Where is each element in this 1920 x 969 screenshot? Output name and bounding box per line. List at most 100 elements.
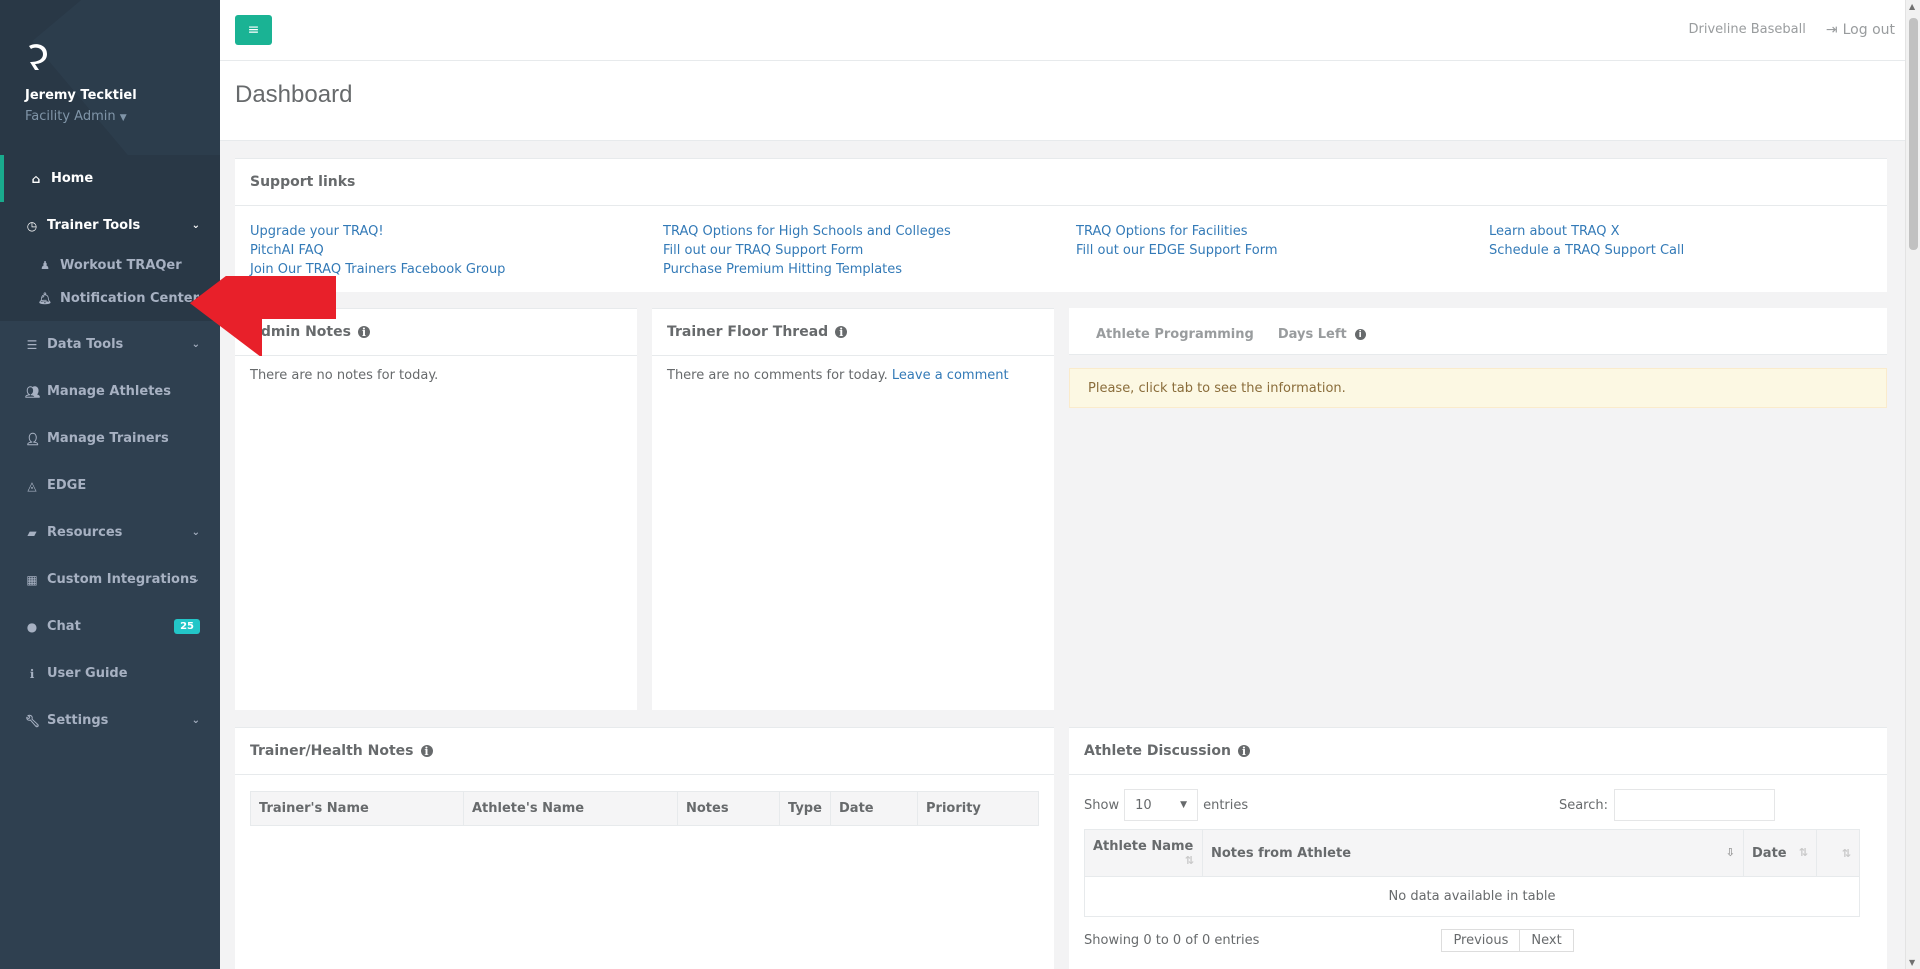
hamburger-icon: ≡ (247, 22, 260, 38)
sidebar-item-label: Data Tools (47, 337, 124, 352)
discussion-table: Athlete Name ⇅ Notes from Athlete ⇩ Date ⇅ … (1084, 829, 1860, 917)
logout-link[interactable]: ⇥ Log out (1826, 22, 1895, 38)
column-header[interactable]: Trainer's Name (250, 791, 464, 826)
grid-icon: ▦ (26, 572, 38, 587)
page-scrollbar[interactable]: ▲ ▼ (1905, 0, 1920, 969)
toggle-sidebar-button[interactable]: ≡ (235, 15, 272, 45)
sidebar-item-custom-integrations[interactable]: ▦ Custom Integrations ⌄ (0, 556, 220, 603)
user-plus-icon: 👤︎ (25, 431, 41, 446)
info-icon[interactable]: i (420, 745, 433, 758)
clock-icon: ◷ (26, 218, 38, 233)
previous-page-button[interactable]: Previous (1441, 929, 1521, 952)
tab-days-left[interactable]: Days Left i (1266, 327, 1378, 354)
chevron-down-icon: ▼ (1180, 800, 1188, 810)
column-header[interactable]: Date (830, 791, 918, 826)
user-role-label: Facility Admin (25, 109, 116, 124)
trainer-tools-submenu: ♟ Workout TRAQer 🔔︎ Notification Center (0, 249, 220, 321)
link-edge-support-form[interactable]: Fill out our EDGE Support Form (1076, 241, 1489, 260)
sidebar-item-user-guide[interactable]: ℹ User Guide (0, 650, 220, 697)
column-header[interactable]: Notes (677, 791, 780, 826)
sidebar-item-edge[interactable]: ◬ EDGE (0, 462, 220, 509)
book-icon: ▰ (27, 525, 37, 540)
empty-table-message: No data available in table (1084, 876, 1860, 917)
scroll-up-icon[interactable]: ▲ (1909, 2, 1915, 11)
floor-thread-empty: There are no comments for today. (667, 368, 888, 383)
entries-select-value: 10 (1135, 797, 1152, 813)
table-footer: Showing 0 to 0 of 0 entries Previous Nex… (1069, 929, 1887, 952)
sidebar-item-manage-trainers[interactable]: 👤︎ Manage Trainers (0, 415, 220, 462)
panel-title-label: Athlete Discussion (1084, 743, 1231, 759)
column-header[interactable]: Athlete's Name (463, 791, 678, 826)
next-page-button[interactable]: Next (1520, 929, 1574, 952)
search-control: Search: (1559, 789, 1775, 821)
column-label: Date (1752, 845, 1787, 861)
sidebar-item-notification-center[interactable]: 🔔︎ Notification Center (0, 282, 220, 315)
info-icon[interactable]: i (357, 326, 370, 339)
support-links-column: Upgrade your TRAQ! PitchAI FAQ Join Our … (250, 222, 663, 279)
panel-title: Trainer/Health Notes i (235, 728, 1054, 775)
app-logo (29, 44, 47, 70)
link-traq-high-schools[interactable]: TRAQ Options for High Schools and Colleg… (663, 222, 1076, 241)
sidebar-item-label: Home (51, 171, 94, 186)
support-links-panel: Support links Upgrade your TRAQ! PitchAI… (235, 158, 1887, 292)
leave-comment-link[interactable]: Leave a comment (892, 368, 1009, 383)
link-traq-support-form[interactable]: Fill out our TRAQ Support Form (663, 241, 1076, 260)
sidebar-item-settings[interactable]: 🔧︎ Settings ⌄ (0, 697, 220, 744)
floor-thread-body: There are no comments for today. Leave a… (652, 356, 1054, 395)
tab-athlete-programming[interactable]: Athlete Programming (1084, 327, 1266, 354)
column-header-actions[interactable]: ⇅ (1816, 829, 1860, 877)
sidebar-item-data-tools[interactable]: ☰ Data Tools ⌄ (0, 321, 220, 368)
column-header-date[interactable]: Date ⇅ (1743, 829, 1817, 877)
column-label: Notes from Athlete (1211, 845, 1352, 861)
sidebar-item-resources[interactable]: ▰ Resources ⌄ (0, 509, 220, 556)
sidebar-item-chat[interactable]: ● Chat 25 (0, 603, 220, 650)
admin-notes-panel: Admin Notes i There are no notes for toda… (235, 308, 637, 710)
info-icon[interactable]: i (835, 326, 848, 339)
sort-icon: ⇅ (1841, 846, 1851, 860)
sign-out-icon: ⇥ (1825, 22, 1838, 38)
search-input[interactable] (1614, 789, 1775, 821)
user-role-dropdown[interactable]: Facility Admin ▼ (25, 109, 127, 124)
sidebar-item-manage-athletes[interactable]: 👥︎ Manage Athletes (0, 368, 220, 415)
info-icon[interactable]: i (1237, 745, 1250, 758)
table-info: Showing 0 to 0 of 0 entries (1084, 933, 1260, 948)
top-right-nav: Driveline Baseball ⇥ Log out (1689, 22, 1895, 38)
scrollbar-thumb[interactable] (1909, 18, 1918, 250)
link-traq-facilities[interactable]: TRAQ Options for Facilities (1076, 222, 1489, 241)
entries-select[interactable]: 10 ▼ (1124, 789, 1199, 821)
user-name[interactable]: Jeremy Tecktiel (25, 88, 220, 103)
sidebar-item-trainer-tools[interactable]: ◷ Trainer Tools ⌄ (0, 202, 220, 249)
column-header[interactable]: Type (779, 791, 831, 826)
sort-icon: ⇅ (1184, 854, 1194, 867)
sidebar-item-label: Workout TRAQer (60, 258, 182, 273)
link-traq-x[interactable]: Learn about TRAQ X (1489, 222, 1902, 241)
info-icon: ℹ (29, 666, 35, 681)
support-links-column: TRAQ Options for High Schools and Colleg… (663, 222, 1076, 279)
link-upgrade-traq[interactable]: Upgrade your TRAQ! (250, 222, 663, 241)
org-name[interactable]: Driveline Baseball (1689, 22, 1806, 38)
support-links-column: Learn about TRAQ X Schedule a TRAQ Suppo… (1489, 222, 1902, 279)
sidebar: Jeremy Tecktiel Facility Admin ▼ ⌂ Home ◷… (0, 0, 220, 969)
sidebar-item-workout-traqer[interactable]: ♟ Workout TRAQer (0, 249, 220, 282)
comment-icon: ● (26, 619, 38, 634)
scroll-down-icon[interactable]: ▼ (1909, 958, 1915, 967)
chat-count-badge: 25 (174, 619, 200, 634)
tab-list: Athlete Programming Days Left i (1069, 308, 1887, 355)
sidebar-item-home[interactable]: ⌂ Home (0, 155, 220, 202)
chevron-down-icon: ⌄ (191, 527, 200, 538)
athlete-tabs-panel: Athlete Programming Days Left i Please, c… (1069, 308, 1887, 416)
link-pitchai-faq[interactable]: PitchAI FAQ (250, 241, 663, 260)
column-header-notes[interactable]: Notes from Athlete ⇩ (1202, 829, 1744, 877)
chevron-down-icon: ⌄ (191, 220, 200, 231)
link-support-call[interactable]: Schedule a TRAQ Support Call (1489, 241, 1902, 260)
column-header[interactable]: Priority (917, 791, 1039, 826)
show-label: Show (1084, 797, 1120, 813)
annotation-arrow-icon (190, 276, 336, 356)
entries-label: entries (1203, 797, 1249, 813)
sort-desc-icon: ⇩ (1725, 845, 1735, 859)
column-header-athlete-name[interactable]: Athlete Name ⇅ (1084, 829, 1203, 877)
table-controls: Show 10 ▼ entries Search: (1069, 789, 1887, 821)
panel-title: Trainer Floor Thread i (652, 309, 1054, 356)
info-icon[interactable]: i (1354, 329, 1366, 340)
link-hitting-templates[interactable]: Purchase Premium Hitting Templates (663, 260, 1076, 279)
